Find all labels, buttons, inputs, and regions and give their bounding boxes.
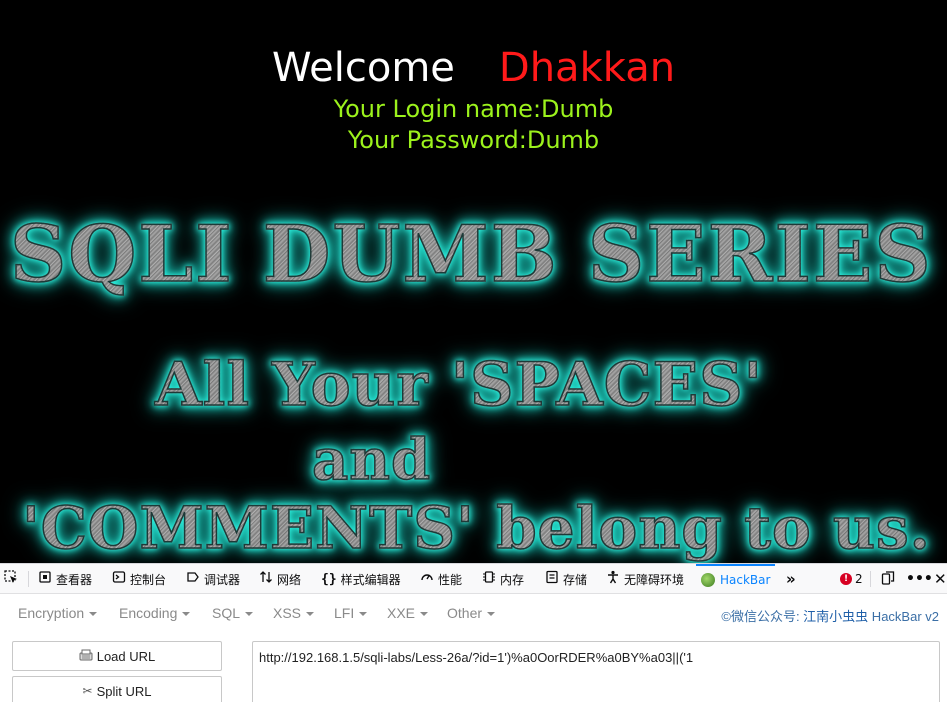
close-devtools-button[interactable]: ✕ xyxy=(934,564,947,593)
load-url-label: Load URL xyxy=(96,648,156,664)
devtools-toolbar: 查看器 控制台 调试器 网络 {} 样式编辑器 性能 内存 存储 无障碍环境 H… xyxy=(0,563,947,594)
browser-window: Welcome Dhakkan Your Login name:Dumb Your… xyxy=(0,0,947,702)
welcome-name: Dhakkan xyxy=(498,45,676,91)
tab-storage-label: 存储 xyxy=(563,572,588,587)
banner-line-spaces: All Your 'SPACES' xyxy=(154,345,763,425)
menu-xss[interactable]: XSS xyxy=(273,605,315,621)
tab-memory-label: 内存 xyxy=(500,572,525,587)
tab-performance[interactable]: 性能 xyxy=(420,564,463,593)
menu-encryption[interactable]: Encryption xyxy=(18,605,98,621)
welcome-heading: Welcome Dhakkan xyxy=(0,44,947,92)
tab-performance-label: 性能 xyxy=(438,572,463,587)
more-options-icon: ••• xyxy=(906,571,933,587)
caret-down-icon xyxy=(89,612,98,617)
tab-network-label: 网络 xyxy=(277,572,302,587)
hackbar-credit: ©微信公众号: 江南小虫虫 HackBar v2 xyxy=(721,606,939,625)
tab-console[interactable]: 控制台 xyxy=(112,564,167,593)
menu-sql[interactable]: SQL xyxy=(212,605,254,621)
memory-icon xyxy=(482,570,496,588)
hackbar-menu-bar: Encryption Encoding SQL XSS LFI XXE Othe… xyxy=(0,594,947,634)
hackbar-panel: Load URL ✂ Split URL http://192.168.1.5/… xyxy=(0,634,947,702)
inspector-icon xyxy=(38,570,52,588)
hackbar-icon xyxy=(701,573,715,587)
menu-xxe[interactable]: XXE xyxy=(387,605,429,621)
scissors-icon: ✂ xyxy=(82,684,93,698)
load-url-icon xyxy=(79,649,93,664)
accessibility-icon xyxy=(606,570,620,588)
tab-inspector[interactable]: 查看器 xyxy=(38,564,93,593)
credit-name: 江南小虫虫 xyxy=(803,609,869,624)
split-url-button[interactable]: ✂ Split URL xyxy=(12,676,222,702)
console-icon xyxy=(112,570,126,588)
login-name-text: Your Login name:Dumb xyxy=(333,95,614,123)
caret-down-icon xyxy=(359,612,368,617)
tab-memory[interactable]: 内存 xyxy=(482,564,525,593)
webpage-content: Welcome Dhakkan Your Login name:Dumb Your… xyxy=(0,0,947,563)
close-icon: ✕ xyxy=(934,570,947,588)
tab-accessibility[interactable]: 无障碍环境 xyxy=(606,564,685,593)
password-text: Your Password:Dumb xyxy=(347,126,600,154)
tab-hackbar-label: HackBar xyxy=(720,573,771,587)
load-url-button[interactable]: Load URL xyxy=(12,641,222,671)
performance-icon xyxy=(420,570,434,588)
banner-line-comments: 'COMMENTS' belong to us. xyxy=(21,490,931,563)
responsive-design-button[interactable] xyxy=(881,564,895,593)
tab-style-editor[interactable]: {} 样式编辑器 xyxy=(321,564,401,593)
more-tools-button[interactable]: » xyxy=(786,564,796,593)
network-icon xyxy=(259,570,273,588)
storage-icon xyxy=(545,570,559,588)
double-chevron-right-icon: » xyxy=(786,570,796,588)
menu-encoding[interactable]: Encoding xyxy=(119,605,191,621)
tab-network[interactable]: 网络 xyxy=(259,564,302,593)
url-input[interactable]: http://192.168.1.5/sqli-labs/Less-26a/?i… xyxy=(252,641,940,702)
style-editor-icon: {} xyxy=(321,571,337,587)
caret-down-icon xyxy=(420,612,429,617)
tab-inspector-label: 查看器 xyxy=(56,572,93,587)
caret-down-icon xyxy=(487,612,496,617)
tab-storage[interactable]: 存储 xyxy=(545,564,588,593)
credit-version: HackBar v2 xyxy=(868,609,939,624)
menu-other[interactable]: Other xyxy=(447,605,496,621)
banner-title: SQLI DUMB SERIES xyxy=(9,205,933,305)
debugger-icon xyxy=(186,570,200,588)
tab-debugger[interactable]: 调试器 xyxy=(186,564,241,593)
error-count-button[interactable]: ! 2 xyxy=(840,564,863,593)
tab-debugger-label: 调试器 xyxy=(204,572,241,587)
element-picker-button[interactable] xyxy=(4,564,22,593)
banner-line-and: and xyxy=(311,422,431,498)
responsive-design-icon xyxy=(881,570,895,588)
tab-console-label: 控制台 xyxy=(130,572,167,587)
caret-down-icon xyxy=(306,612,315,617)
element-picker-icon xyxy=(4,570,18,588)
tab-style-editor-label: 样式编辑器 xyxy=(340,572,401,587)
options-menu-button[interactable]: ••• xyxy=(906,564,933,593)
tab-accessibility-label: 无障碍环境 xyxy=(624,572,685,587)
caret-down-icon xyxy=(182,612,191,617)
welcome-text: Welcome xyxy=(271,45,455,91)
credit-prefix: ©微信公众号: xyxy=(721,609,804,624)
menu-lfi[interactable]: LFI xyxy=(334,605,368,621)
split-url-label: Split URL xyxy=(96,683,152,699)
tab-hackbar[interactable]: HackBar xyxy=(696,564,776,593)
caret-down-icon xyxy=(245,612,254,617)
error-icon: ! xyxy=(840,573,852,585)
error-count: 2 xyxy=(855,572,863,586)
